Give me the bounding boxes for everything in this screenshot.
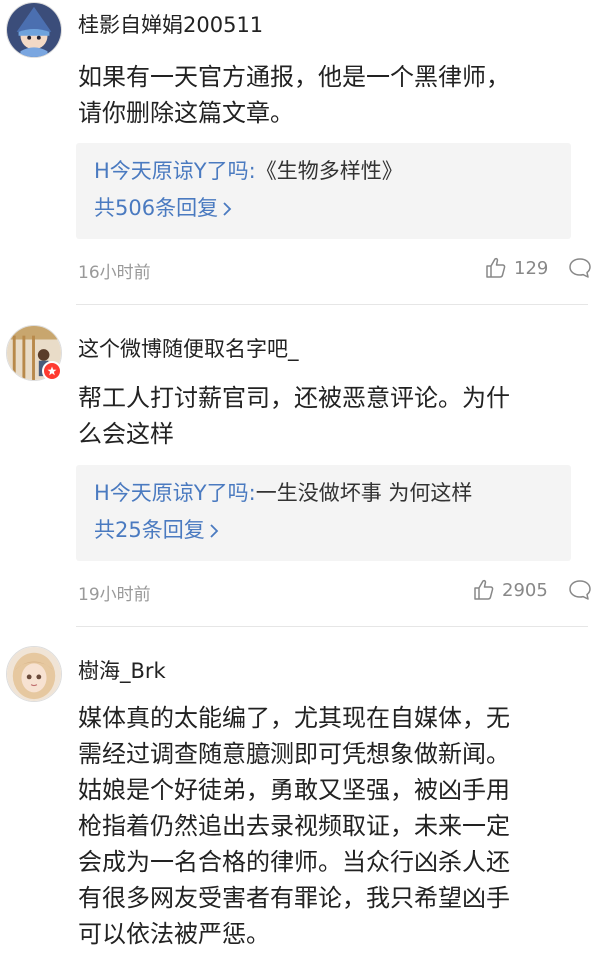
reply-author[interactable]: H今天原谅Y了吗:: [94, 481, 256, 505]
comment-time: 16小时前: [78, 263, 151, 283]
reply-count: 共25条回复: [94, 518, 205, 542]
reply-count-link[interactable]: 共506条回复: [94, 190, 232, 227]
comment-text: 帮工人打讨薪官司，还被恶意评论。为什 么会这样: [78, 380, 588, 452]
comment-text-line: 帮工人打讨薪官司，还被恶意评论。为什: [78, 384, 510, 412]
comment-bubble-icon[interactable]: [568, 579, 592, 601]
comment-text-line: 么会这样: [78, 420, 174, 448]
reply-text: 一生没做坏事 为何这样: [255, 481, 473, 505]
comment-text-line: 如果有一天官方通报，他是一个黑律师，: [78, 63, 510, 91]
reply-count: 共506条回复: [94, 196, 219, 220]
reply-author[interactable]: H今天原谅Y了吗:: [94, 159, 256, 183]
divider: [76, 626, 588, 627]
comment-text-line: 会成为一名合格的律师。当众行凶杀人还: [78, 848, 510, 876]
doll-avatar-icon[interactable]: [6, 646, 62, 702]
comment-text: 媒体真的太能编了，尤其现在自媒体，无 需经过调查随意臆测即可凭想象做新闻。 姑娘…: [78, 700, 588, 952]
comment-text: 如果有一天官方通报，他是一个黑律师， 请你删除这篇文章。: [78, 59, 588, 131]
comment-text-line: 枪指着仍然追出去录视频取证，未来一定: [78, 812, 510, 840]
reply-text: 《生物多样性》: [255, 159, 403, 183]
reply-line: H今天原谅Y了吗:《生物多样性》: [94, 153, 553, 190]
like-button[interactable]: 2905: [472, 578, 548, 602]
comment-text-line: 有很多网友受害者有罪论，我只希望凶手: [78, 884, 510, 912]
comment-text-line: 媒体真的太能编了，尤其现在自媒体，无: [78, 704, 510, 732]
comment-bubble-icon[interactable]: [568, 257, 592, 279]
comment-time: 19小时前: [78, 585, 151, 605]
verified-badge-icon: [42, 361, 62, 381]
chevron-right-icon: [210, 523, 219, 538]
thumbs-up-icon: [486, 257, 506, 278]
like-count: 129: [514, 257, 549, 279]
reply-preview[interactable]: H今天原谅Y了吗:一生没做坏事 为何这样 共25条回复: [76, 465, 571, 561]
comment-text-line: 请你删除这篇文章。: [78, 99, 294, 127]
reply-line: H今天原谅Y了吗:一生没做坏事 为何这样: [94, 475, 553, 512]
reply-count-link[interactable]: 共25条回复: [94, 512, 219, 549]
username[interactable]: 桂影自婵娟200511: [78, 9, 263, 39]
wizard-avatar-icon[interactable]: [6, 2, 62, 58]
comment-text-line: 姑娘是个好徒弟，勇敢又坚强，被凶手用: [78, 776, 510, 804]
like-count: 2905: [502, 579, 548, 601]
username[interactable]: 这个微博随便取名字吧_: [78, 333, 299, 363]
reply-preview[interactable]: H今天原谅Y了吗:《生物多样性》 共506条回复: [76, 143, 571, 239]
divider: [76, 304, 588, 305]
comment-text-line: 需经过调查随意臆测即可凭想象做新闻。: [78, 740, 510, 768]
chevron-right-icon: [223, 201, 232, 216]
like-button[interactable]: 129: [484, 256, 548, 280]
comment-text-line: 可以依法被严惩。: [78, 920, 270, 948]
thumbs-up-icon: [474, 579, 494, 600]
username[interactable]: 樹海_Brk: [78, 655, 166, 685]
